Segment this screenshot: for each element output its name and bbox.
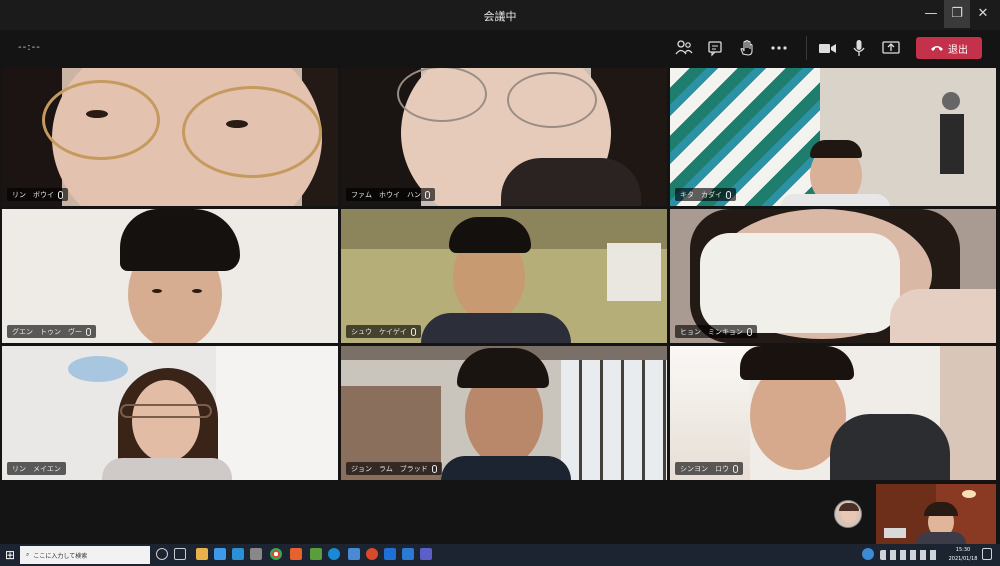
app-icon[interactable] — [366, 548, 378, 560]
microphone-icon — [410, 327, 416, 336]
video-tile[interactable]: ヒョン ミンキョン — [670, 209, 996, 343]
leave-button[interactable]: 退出 — [916, 37, 982, 59]
store-icon[interactable] — [214, 548, 226, 560]
window-title: 会議中 — [483, 10, 517, 23]
video-grid: リン ボウイ ファム ホウイ ハン キタ カダイ グエン トゥン ヴー シュウ … — [2, 68, 996, 480]
raise-hand-icon[interactable] — [736, 38, 758, 58]
restore-button[interactable]: ❐ — [944, 0, 970, 28]
self-view-video[interactable] — [876, 484, 996, 544]
app-icon[interactable] — [310, 548, 322, 560]
microphone-icon — [747, 327, 752, 336]
cortana-icon[interactable] — [156, 548, 168, 560]
microphone-icon — [58, 190, 63, 199]
windows-start-icon[interactable]: ⊞ — [2, 547, 18, 563]
mail-icon[interactable] — [232, 548, 244, 560]
app-icon[interactable] — [290, 548, 302, 560]
participants-icon[interactable] — [673, 38, 695, 58]
self-avatar[interactable] — [834, 500, 862, 528]
edge-icon[interactable] — [328, 548, 340, 560]
title-bar: 会議中 — ❐ ✕ — [0, 0, 1000, 30]
microphone-icon — [726, 190, 731, 199]
clock-time: 15:30 — [955, 547, 971, 553]
file-explorer-icon[interactable] — [196, 548, 208, 560]
app-icon[interactable] — [250, 548, 262, 560]
participant-name-tag: リン メイエン — [7, 462, 66, 475]
meeting-timer: --:-- — [18, 42, 41, 53]
taskbar-clock[interactable]: 15:30 2021/01/18 — [946, 546, 980, 564]
system-tray-icons[interactable] — [880, 550, 938, 560]
teams-meeting-window: 会議中 — ❐ ✕ --:-- 退出 リン ボウイ ファム ホウイ ハン キタ … — [0, 0, 1000, 566]
microphone-icon — [86, 327, 91, 336]
participant-name-tag: ジョン ラム ブラッド — [346, 462, 442, 475]
video-tile[interactable]: リン ボウイ — [2, 68, 338, 206]
participant-name-tag: ファム ホウイ ハン — [346, 188, 435, 201]
minimize-button[interactable]: — — [918, 0, 944, 28]
chat-icon[interactable] — [704, 38, 726, 58]
video-tile[interactable]: シンヨン ロウ — [670, 346, 996, 480]
microphone-icon — [733, 464, 738, 473]
microphone-icon — [431, 464, 437, 473]
video-tile[interactable]: キタ カダイ — [670, 68, 996, 206]
hangup-icon — [931, 46, 943, 51]
participant-name-tag: シュウ ケイゲイ — [346, 325, 421, 338]
video-tile[interactable]: ファム ホウイ ハン — [341, 68, 667, 206]
more-actions-icon[interactable] — [768, 38, 790, 58]
windows-taskbar: ⊞ ⌕ ここに入力して検索 15:30 2021/01/18 — [0, 544, 1000, 566]
weather-icon[interactable] — [862, 548, 874, 560]
toolbar-divider — [806, 36, 807, 60]
meeting-toolbar: --:-- 退出 — [0, 30, 1000, 66]
search-placeholder: ここに入力して検索 — [33, 552, 88, 560]
video-tile[interactable]: シュウ ケイゲイ — [341, 209, 667, 343]
leave-label: 退出 — [948, 44, 968, 56]
notification-icon[interactable] — [982, 548, 992, 560]
microphone-icon[interactable] — [848, 38, 870, 58]
task-view-icon[interactable] — [174, 548, 186, 560]
participant-name-tag: シンヨン ロウ — [675, 462, 743, 475]
close-button[interactable]: ✕ — [970, 0, 996, 28]
video-tile[interactable]: グエン トゥン ヴー — [2, 209, 338, 343]
clock-date: 2021/01/18 — [948, 556, 978, 562]
chrome-icon[interactable] — [270, 548, 282, 560]
app-icon[interactable] — [348, 548, 360, 560]
participant-name-tag: キタ カダイ — [675, 188, 736, 201]
video-tile[interactable]: ジョン ラム ブラッド — [341, 346, 667, 480]
taskbar-search-box[interactable]: ⌕ ここに入力して検索 — [20, 546, 150, 564]
app-icon[interactable] — [384, 548, 396, 560]
microphone-icon — [425, 190, 430, 199]
word-icon[interactable] — [402, 548, 414, 560]
participant-name-tag: リン ボウイ — [7, 188, 68, 201]
share-screen-icon[interactable] — [880, 38, 902, 58]
camera-icon[interactable] — [816, 38, 838, 58]
participant-name-tag: ヒョン ミンキョン — [675, 325, 757, 338]
participant-name-tag: グエン トゥン ヴー — [7, 325, 96, 338]
teams-icon[interactable] — [420, 548, 432, 560]
video-tile[interactable]: リン メイエン — [2, 346, 338, 480]
search-icon: ⌕ — [26, 551, 30, 558]
